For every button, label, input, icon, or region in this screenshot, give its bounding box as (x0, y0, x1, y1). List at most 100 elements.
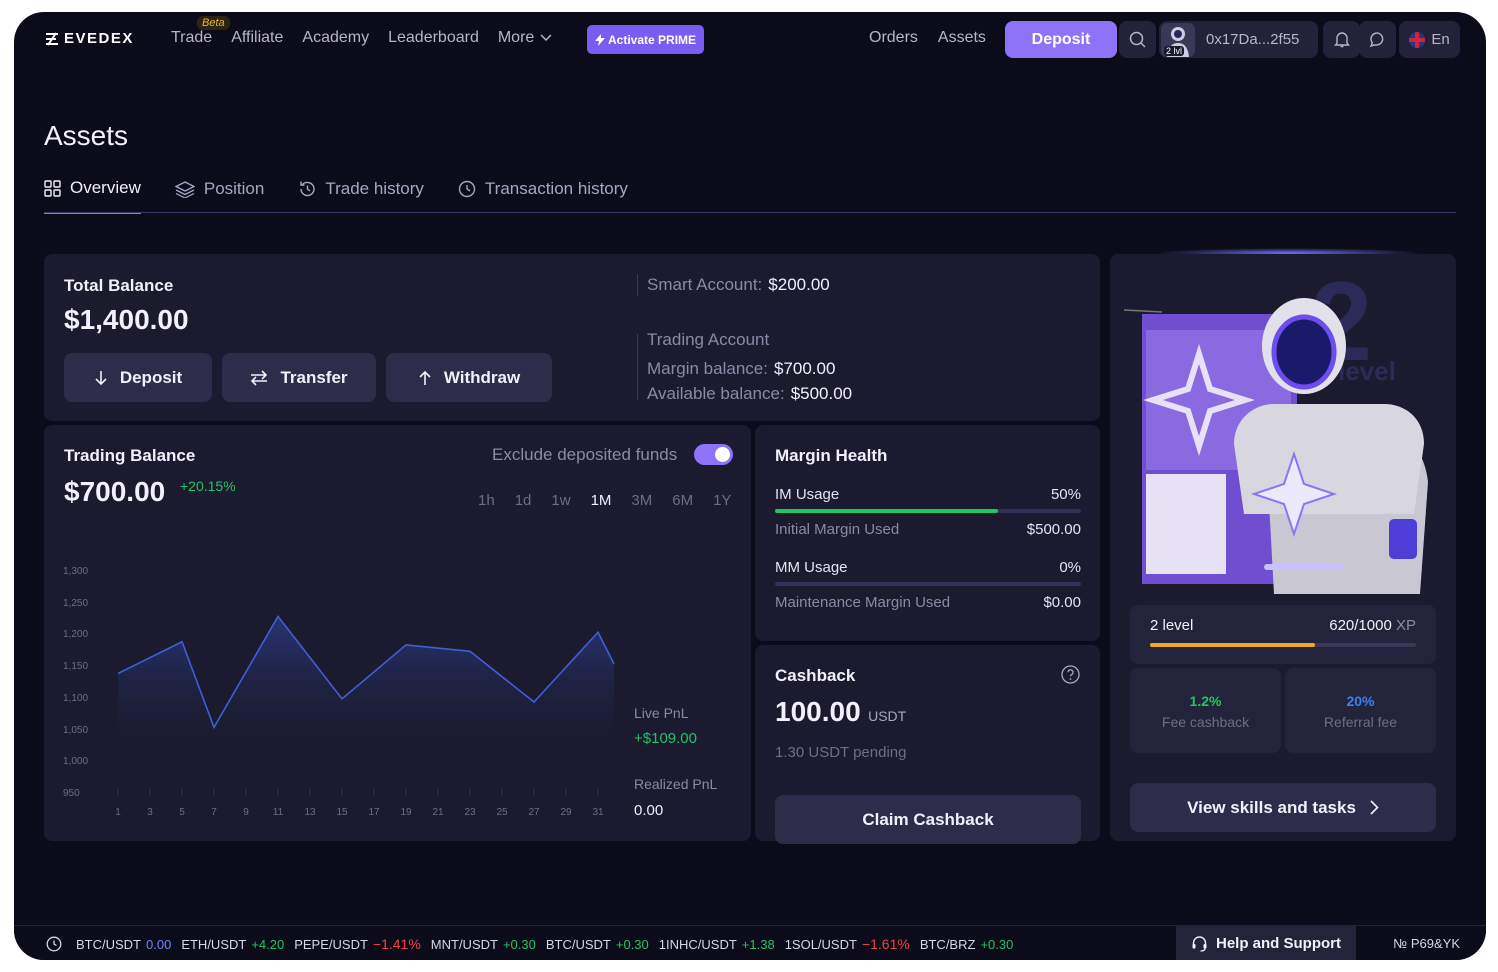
cashback-value: 100.00 (775, 696, 861, 727)
ticker-pair: BTC/BRZ (919, 936, 976, 952)
ticker-change: +0.30 (502, 936, 536, 952)
help-support-button[interactable]: Help and Support (1176, 926, 1356, 960)
cashback-title: Cashback (775, 666, 856, 685)
trading-account-title: Trading Account (647, 330, 770, 349)
im-usage-label: IM Usage (775, 486, 840, 503)
cashback-card: Cashback 100.00 USDT 1.30 USDT pending C… (755, 645, 1100, 844)
total-balance-label: Total Balance (64, 276, 174, 295)
clock-icon (458, 180, 476, 198)
chat-icon (1369, 32, 1384, 48)
initial-margin-row: Initial Margin Used $500.00 (775, 521, 1081, 538)
ticker-change: −1.61% (861, 936, 910, 952)
activate-prime-button[interactable]: Activate PRIME (587, 25, 705, 54)
ticker-item[interactable]: PEPE/USDT −1.41% (294, 936, 421, 952)
tab-overview-label: Overview (70, 178, 141, 197)
cashback-amount: 100.00 USDT (775, 696, 906, 728)
xp-bar (1150, 643, 1416, 647)
beta-badge: Beta (197, 16, 230, 30)
ticker-item[interactable]: BTC/USDT +0.30 (546, 937, 649, 952)
realized-pnl-value: 0.00 (634, 802, 664, 819)
nav-more-label: More (497, 29, 535, 46)
mm-usage-value: 0% (1059, 559, 1081, 576)
im-usage-value: 50% (1050, 486, 1081, 503)
mm-usage-bar (775, 582, 1081, 586)
footer-bar: BTC/USDT 0.00 ETH/USDT +4.20 PEPE/USDT −1.4… (14, 925, 1486, 960)
transfer-button-label: Transfer (280, 367, 348, 387)
nav-academy[interactable]: Academy (302, 29, 369, 47)
nav-leaderboard[interactable]: Leaderboard (388, 29, 479, 47)
main-nav: Trade Affiliate Academy Leaderboard More (171, 29, 552, 47)
ticker-item[interactable]: MNT/USDT +0.30 (431, 937, 536, 952)
notifications-button[interactable] (1323, 21, 1360, 58)
available-balance-row: Available balance: $500.00 (647, 384, 852, 404)
tab-position[interactable]: Position (174, 178, 265, 214)
tab-position-label: Position (203, 179, 265, 198)
logo-text: EVEDEX (64, 30, 134, 47)
page-title: Assets (44, 120, 129, 151)
trading-balance-card: Trading Balance $700.00 +20.15% Exclude … (44, 425, 751, 841)
xp-value: 620/1000 (1329, 617, 1392, 634)
ticker-pair: PEPE/USDT (294, 937, 368, 952)
wallet-address: 0x17Da...2f55 (1206, 31, 1300, 48)
transfer-button[interactable]: Transfer (222, 353, 376, 402)
search-button[interactable] (1119, 21, 1156, 58)
nav-trade[interactable]: Trade (171, 29, 212, 47)
price-ticker: BTC/USDT 0.00 ETH/USDT +4.20 PEPE/USDT −1.4… (46, 936, 1023, 952)
maintenance-margin-row: Maintenance Margin Used $0.00 (775, 594, 1081, 611)
deposit-button[interactable]: Deposit (64, 353, 212, 402)
help-icon[interactable] (1061, 665, 1080, 684)
wallet-button[interactable]: 2 lvl 0x17Da...2f55 (1159, 21, 1318, 58)
layers-icon (174, 180, 195, 198)
language-selector[interactable]: En (1399, 21, 1460, 58)
fee-cashback-stat: 1.2% Fee cashback (1130, 668, 1281, 753)
xp-unit: XP (1395, 617, 1416, 634)
tab-trade-history[interactable]: Trade history (298, 178, 424, 214)
smart-account-row: Smart Account: $200.00 (647, 275, 830, 295)
cashback-unit: USDT (868, 708, 907, 724)
arrow-down-icon (95, 370, 107, 385)
tab-bar: Overview Position Trade history Transact… (44, 178, 662, 214)
realized-pnl-label: Realized PnL (634, 776, 718, 792)
ticker-item[interactable]: BTC/USDT 0.00 (76, 937, 171, 952)
mm-usage-label: MM Usage (775, 559, 848, 576)
xp-fill (1150, 643, 1315, 647)
ticker-item[interactable]: BTC/BRZ +0.30 (920, 937, 1014, 952)
claim-cashback-button[interactable]: Claim Cashback (775, 795, 1081, 844)
im-usage-fill (775, 509, 999, 513)
chat-button[interactable] (1359, 21, 1396, 58)
ticker-pair: BTC/USDT (545, 936, 611, 952)
arrow-up-icon (419, 370, 431, 385)
ticker-item[interactable]: 1INHC/USDT +1.38 (659, 937, 775, 952)
ticker-item[interactable]: ETH/USDT +4.20 (181, 937, 284, 952)
ticker-item[interactable]: 1SOL/USDT −1.61% (785, 936, 910, 952)
logo[interactable]: EVEDEX (44, 30, 134, 47)
mm-usage-row: MM Usage 0% (775, 559, 1081, 576)
header-deposit-button[interactable]: Deposit (1005, 21, 1117, 58)
nav-more[interactable]: More (498, 29, 552, 47)
clock-icon (46, 936, 62, 952)
bell-icon (1333, 32, 1350, 48)
xp-panel: 2 level 620/1000 XP (1130, 605, 1436, 664)
assets-link[interactable]: Assets (938, 29, 986, 47)
transfer-icon (251, 369, 268, 386)
view-skills-button[interactable]: View skills and tasks (1130, 783, 1436, 832)
grid-icon (44, 179, 61, 197)
tab-trade-history-label: Trade history (325, 179, 424, 198)
referral-fee-label: Referral fee (1323, 714, 1398, 730)
orders-link[interactable]: Orders (869, 29, 918, 47)
available-balance-value: $500.00 (790, 384, 853, 403)
ticker-pair: 1SOL/USDT (784, 937, 857, 952)
history-icon (300, 181, 316, 197)
nav-affiliate[interactable]: Affiliate (231, 29, 283, 47)
margin-balance-label: Margin balance: (647, 359, 768, 378)
cashback-pending: 1.30 USDT pending (775, 744, 907, 761)
chart-area (118, 616, 614, 744)
avatar-level: 2 lvl (1164, 45, 1185, 56)
app-window: EVEDEX Beta Trade Affiliate Academy Lead… (14, 12, 1486, 960)
tab-overview[interactable]: Overview (44, 178, 141, 214)
smart-account-label: Smart Account: (647, 275, 763, 294)
headset-icon (1192, 936, 1207, 952)
ticker-pair: MNT/USDT (430, 936, 498, 952)
withdraw-button[interactable]: Withdraw (386, 353, 552, 402)
tab-transaction-history[interactable]: Transaction history (458, 178, 628, 214)
